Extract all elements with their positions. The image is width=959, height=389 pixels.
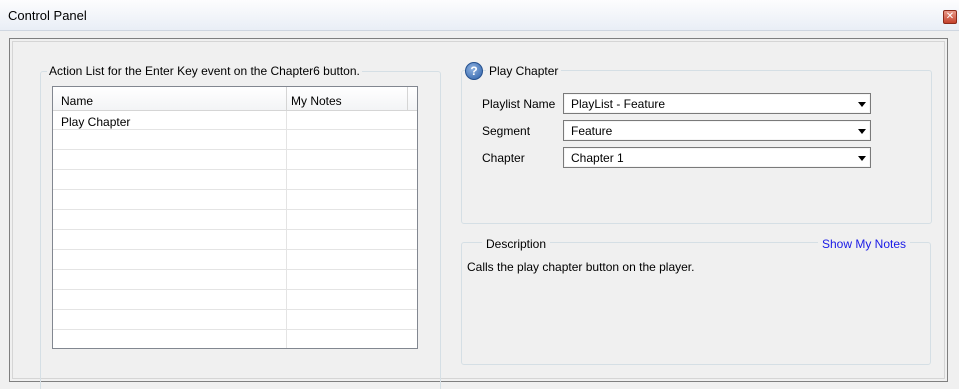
table-row[interactable] (53, 191, 417, 210)
window-title: Control Panel (8, 8, 87, 23)
description-text: Calls the play chapter button on the pla… (467, 260, 695, 274)
table-row[interactable] (53, 211, 417, 230)
play-chapter-legend: Play Chapter (486, 64, 562, 78)
table-row[interactable] (53, 151, 417, 170)
list-header: Name My Notes (53, 87, 417, 111)
table-row[interactable] (53, 131, 417, 150)
playlist-name-label: Playlist Name (482, 97, 556, 111)
header-filler (407, 87, 417, 111)
chevron-down-icon[interactable] (858, 102, 866, 107)
column-divider[interactable] (286, 87, 287, 111)
table-row[interactable] (53, 171, 417, 190)
help-icon[interactable]: ? (465, 62, 483, 80)
action-list-legend: Action List for the Enter Key event on t… (47, 64, 362, 78)
table-row[interactable] (53, 311, 417, 330)
chapter-label: Chapter (482, 151, 525, 165)
close-icon[interactable]: ✕ (943, 10, 957, 24)
segment-value: Feature (571, 124, 613, 138)
table-row[interactable] (53, 251, 417, 270)
table-row[interactable] (53, 331, 417, 348)
column-header-name[interactable]: Name (61, 94, 93, 108)
column-header-my-notes[interactable]: My Notes (291, 94, 342, 108)
chapter-value: Chapter 1 (571, 151, 624, 165)
chevron-down-icon[interactable] (858, 156, 866, 161)
playlist-name-dropdown[interactable]: PlayList - Feature (563, 93, 871, 114)
show-my-notes-link[interactable]: Show My Notes (818, 237, 911, 251)
action-list[interactable]: Name My Notes Play Chapter (52, 86, 418, 349)
segment-label: Segment (482, 124, 531, 138)
table-row[interactable] (53, 231, 417, 250)
table-row[interactable]: Play Chapter (53, 111, 417, 130)
playlist-name-value: PlayList - Feature (571, 97, 666, 111)
title-bar: Control Panel ✕ (0, 0, 959, 31)
table-row[interactable] (53, 271, 417, 290)
row-name-cell: Play Chapter (61, 115, 131, 129)
segment-dropdown[interactable]: Feature (563, 120, 871, 141)
table-row[interactable] (53, 291, 417, 310)
chevron-down-icon[interactable] (858, 129, 866, 134)
chapter-dropdown[interactable]: Chapter 1 (563, 147, 871, 168)
description-legend: Description (482, 237, 551, 251)
